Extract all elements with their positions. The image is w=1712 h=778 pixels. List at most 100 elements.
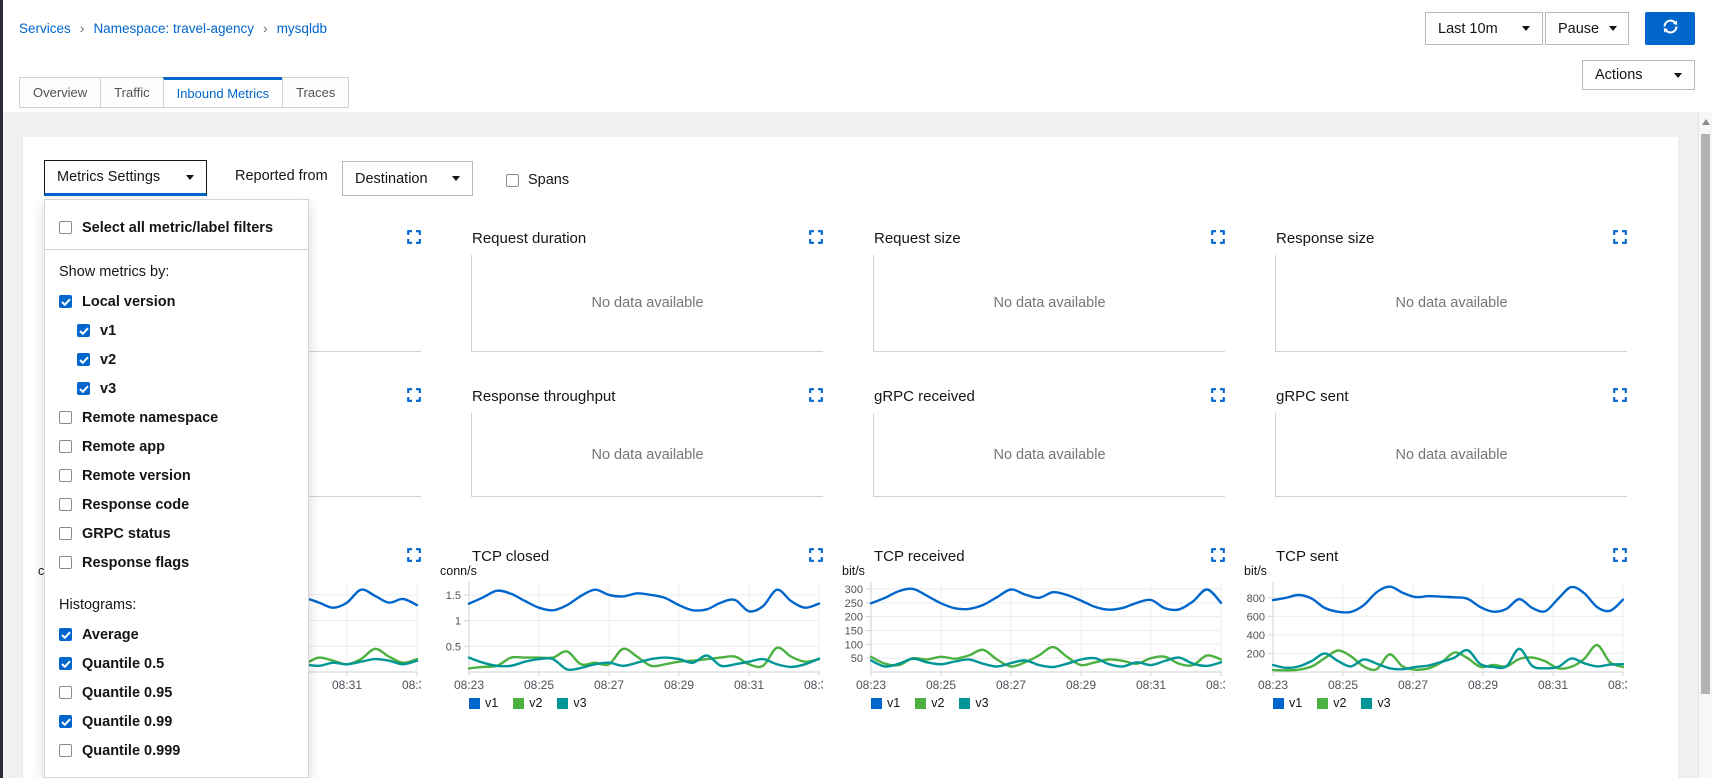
checkbox-response-code[interactable] xyxy=(59,498,72,511)
legend-item-v1[interactable]: v1 xyxy=(1273,696,1302,710)
checkbox-quantile-0-5[interactable] xyxy=(59,657,72,670)
menu-item-average[interactable]: Average xyxy=(45,620,308,649)
line-chart: 0.5 1 1.5 08:23 08:25 08:27 08:29 08:31 08:33 xyxy=(446,582,823,692)
checkbox-response-flags[interactable] xyxy=(59,556,72,569)
chevron-down-icon xyxy=(1609,26,1618,31)
chart-title: TCP received xyxy=(874,548,965,565)
expand-icon[interactable] xyxy=(809,388,823,402)
menu-item-v1[interactable]: v1 xyxy=(45,316,308,345)
menu-item-remote-version[interactable]: Remote version xyxy=(45,461,308,490)
legend-item-v1[interactable]: v1 xyxy=(469,696,498,710)
vertical-scrollbar[interactable] xyxy=(1698,112,1712,778)
spans-checkbox[interactable] xyxy=(506,173,519,187)
menu-item-quantile-0-95[interactable]: Quantile 0.95 xyxy=(45,678,308,707)
tab-traffic[interactable]: Traffic xyxy=(100,77,164,108)
legend-item-v2[interactable]: v2 xyxy=(1317,696,1346,710)
legend-swatch xyxy=(1361,697,1373,709)
checkbox-v3[interactable] xyxy=(77,382,90,395)
legend-item-v3[interactable]: v3 xyxy=(1361,696,1391,710)
expand-icon[interactable] xyxy=(809,548,823,562)
legend-label: v1 xyxy=(887,696,901,710)
legend-label: v2 xyxy=(529,696,543,710)
svg-text:08:25: 08:25 xyxy=(524,678,554,692)
menu-item-local-version[interactable]: Local version xyxy=(45,287,308,316)
menu-item-select-all[interactable]: Select all metric/label filters xyxy=(45,213,308,242)
tab-bar: Overview Traffic Inbound Metrics Traces xyxy=(19,77,350,108)
menu-divider xyxy=(45,249,308,250)
svg-text:08:33: 08:33 xyxy=(1608,678,1627,692)
svg-text:08:25: 08:25 xyxy=(926,678,956,692)
chart-card-tcp-sent: TCP sent bit/s 200 400 600 800 08:23 08:25 08:27… xyxy=(1239,540,1627,710)
menu-item-quantile-0-999[interactable]: Quantile 0.999 xyxy=(45,736,308,765)
checkbox-quantile-0-999[interactable] xyxy=(59,744,72,757)
breadcrumb-link-services[interactable]: Services xyxy=(19,21,71,36)
expand-icon[interactable] xyxy=(407,548,421,562)
checkbox-local-version[interactable] xyxy=(59,295,72,308)
tab-traces[interactable]: Traces xyxy=(282,77,350,108)
series-v2 xyxy=(467,646,821,670)
checkbox-remote-namespace[interactable] xyxy=(59,411,72,424)
expand-icon[interactable] xyxy=(1211,388,1225,402)
legend-item-v3[interactable]: v3 xyxy=(959,696,989,710)
refresh-button[interactable] xyxy=(1645,12,1695,45)
svg-text:08:33: 08:33 xyxy=(1206,678,1225,692)
legend-swatch xyxy=(513,697,525,709)
menu-item-quantile-0-99[interactable]: Quantile 0.99 xyxy=(45,707,308,736)
checkbox-remote-version[interactable] xyxy=(59,469,72,482)
chart-title: TCP sent xyxy=(1276,548,1339,565)
reporter-dropdown[interactable]: Destination xyxy=(342,161,473,196)
breadcrumb-link-namespace-travel-agency[interactable]: Namespace: travel-agency xyxy=(93,21,254,36)
expand-icon[interactable] xyxy=(1613,230,1627,244)
select-all-checkbox[interactable] xyxy=(59,221,72,234)
no-data-message: No data available xyxy=(1395,295,1508,311)
chevron-down-icon xyxy=(1522,26,1530,31)
tab-overview[interactable]: Overview xyxy=(19,77,102,108)
legend-label: v3 xyxy=(975,696,989,710)
chart-title: Request size xyxy=(874,230,961,247)
tab-inbound-metrics[interactable]: Inbound Metrics xyxy=(162,77,284,108)
legend-item-v2[interactable]: v2 xyxy=(513,696,542,710)
legend-item-v3[interactable]: v3 xyxy=(557,696,587,710)
refresh-interval-dropdown[interactable]: Pause xyxy=(1545,12,1629,45)
expand-icon[interactable] xyxy=(1211,548,1225,562)
expand-icon[interactable] xyxy=(1211,230,1225,244)
expand-icon[interactable] xyxy=(407,388,421,402)
actions-dropdown[interactable]: Actions xyxy=(1582,60,1695,90)
chart-card-grpc-received: gRPC received No data available xyxy=(837,380,1225,497)
menu-item-v3[interactable]: v3 xyxy=(45,374,308,403)
legend-item-v2[interactable]: v2 xyxy=(915,696,944,710)
menu-item-response-flags[interactable]: Response flags xyxy=(45,548,308,577)
menu-item-quantile-0-5[interactable]: Quantile 0.5 xyxy=(45,649,308,678)
metrics-settings-dropdown[interactable]: Metrics Settings xyxy=(44,160,207,196)
checkbox-remote-app[interactable] xyxy=(59,440,72,453)
checkbox-quantile-0-95[interactable] xyxy=(59,686,72,699)
checkbox-v2[interactable] xyxy=(77,353,90,366)
expand-icon[interactable] xyxy=(1613,388,1627,402)
legend-item-v1[interactable]: v1 xyxy=(871,696,900,710)
svg-text:08:31: 08:31 xyxy=(734,678,764,692)
menu-item-remote-app[interactable]: Remote app xyxy=(45,432,308,461)
expand-icon[interactable] xyxy=(1613,548,1627,562)
svg-text:100: 100 xyxy=(845,639,863,651)
y-axis-unit-label: conn/s xyxy=(440,564,477,578)
checkbox-v1[interactable] xyxy=(77,324,90,337)
checkbox-quantile-0-99[interactable] xyxy=(59,715,72,728)
breadcrumb-link-mysqldb[interactable]: mysqldb xyxy=(277,21,327,36)
checkbox-average[interactable] xyxy=(59,628,72,641)
expand-icon[interactable] xyxy=(407,230,421,244)
menu-item-grpc-status[interactable]: GRPC status xyxy=(45,519,308,548)
chart-title: TCP closed xyxy=(472,548,550,565)
scroll-up-icon[interactable] xyxy=(1702,119,1710,125)
legend-label: v2 xyxy=(931,696,945,710)
checkbox-grpc-status[interactable] xyxy=(59,527,72,540)
menu-item-v2[interactable]: v2 xyxy=(45,345,308,374)
svg-text:150: 150 xyxy=(845,626,863,638)
menu-item-remote-namespace[interactable]: Remote namespace xyxy=(45,403,308,432)
menu-item-response-code[interactable]: Response code xyxy=(45,490,308,519)
expand-icon[interactable] xyxy=(809,230,823,244)
legend-swatch xyxy=(1317,697,1329,709)
scrollbar-thumb[interactable] xyxy=(1701,134,1710,694)
duration-dropdown[interactable]: Last 10m xyxy=(1425,12,1543,45)
legend-swatch xyxy=(469,697,480,709)
menu-item-label: v2 xyxy=(100,351,117,368)
